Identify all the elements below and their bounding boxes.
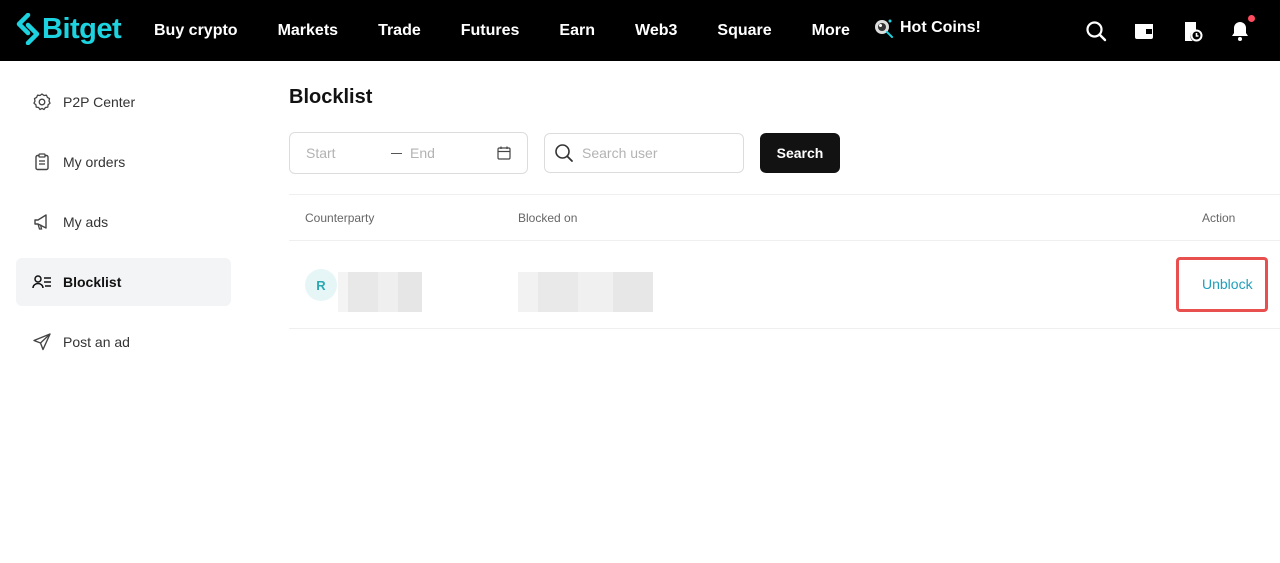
- hot-coins-icon: [875, 19, 893, 38]
- bitget-logo-icon: [16, 13, 40, 45]
- nav-square[interactable]: Square: [717, 22, 771, 40]
- page-title: Blocklist: [289, 86, 373, 108]
- user-list-icon: [32, 272, 52, 292]
- search-icon[interactable]: [1084, 19, 1108, 43]
- nav-markets[interactable]: Markets: [278, 22, 338, 40]
- bitget-logo[interactable]: Bitget: [16, 12, 122, 46]
- start-date-input[interactable]: Start: [306, 145, 336, 161]
- hot-coins-link[interactable]: Hot Coins!: [872, 17, 981, 39]
- search-icon: [555, 144, 573, 162]
- search-button[interactable]: Search: [760, 133, 840, 173]
- sidebar-item-blocklist[interactable]: Blocklist: [16, 258, 231, 306]
- nav-earn[interactable]: Earn: [559, 22, 595, 40]
- header-divider: [289, 240, 1280, 241]
- nav-web3[interactable]: Web3: [635, 22, 677, 40]
- avatar: R: [305, 269, 337, 301]
- redacted-counterparty-name: [338, 272, 422, 312]
- sidebar: P2P Center My orders My ads Blocklist Po…: [16, 78, 231, 378]
- date-range-picker[interactable]: Start End: [289, 132, 528, 174]
- sidebar-item-label: P2P Center: [63, 94, 136, 110]
- nav-buy-crypto[interactable]: Buy crypto: [154, 22, 238, 40]
- search-user-field[interactable]: [544, 133, 744, 173]
- nav-trade[interactable]: Trade: [378, 22, 421, 40]
- sidebar-item-p2p-center[interactable]: P2P Center: [16, 78, 231, 126]
- sidebar-item-post-an-ad[interactable]: Post an ad: [16, 318, 231, 366]
- sidebar-item-my-orders[interactable]: My orders: [16, 138, 231, 186]
- bell-icon[interactable]: [1228, 14, 1255, 43]
- column-header-action: Action: [1202, 211, 1236, 225]
- send-icon: [32, 332, 52, 352]
- clipboard-icon: [32, 152, 52, 172]
- hot-coins-label: Hot Coins!: [900, 19, 981, 36]
- column-header-counterparty: Counterparty: [305, 211, 375, 225]
- sidebar-item-label: Post an ad: [63, 334, 130, 350]
- sidebar-item-label: My ads: [63, 214, 109, 230]
- nav-more[interactable]: More: [812, 22, 850, 40]
- top-navigation-bar: Bitget Buy crypto Markets Trade Futures …: [0, 0, 1280, 61]
- megaphone-icon: [32, 212, 52, 232]
- date-separator: [391, 153, 402, 154]
- sidebar-item-label: My orders: [63, 154, 126, 170]
- notification-dot: [1248, 14, 1255, 22]
- gear-icon: [32, 92, 52, 112]
- unblock-button[interactable]: Unblock: [1202, 276, 1253, 292]
- orders-icon[interactable]: [1180, 19, 1204, 43]
- search-user-input[interactable]: [582, 145, 732, 161]
- main-nav: Buy crypto Markets Trade Futures Earn We…: [154, 0, 890, 61]
- calendar-icon[interactable]: [496, 145, 512, 164]
- top-icon-group: [1060, 0, 1255, 61]
- brand-name: Bitget: [42, 12, 122, 45]
- redacted-blocked-date: [518, 272, 653, 312]
- sidebar-item-my-ads[interactable]: My ads: [16, 198, 231, 246]
- column-header-blocked-on: Blocked on: [518, 211, 578, 225]
- row-divider: [289, 328, 1280, 329]
- table-divider: [289, 194, 1280, 195]
- end-date-input[interactable]: End: [410, 145, 435, 161]
- sidebar-item-label: Blocklist: [63, 274, 122, 290]
- wallet-icon[interactable]: [1132, 19, 1156, 43]
- nav-futures[interactable]: Futures: [461, 22, 520, 40]
